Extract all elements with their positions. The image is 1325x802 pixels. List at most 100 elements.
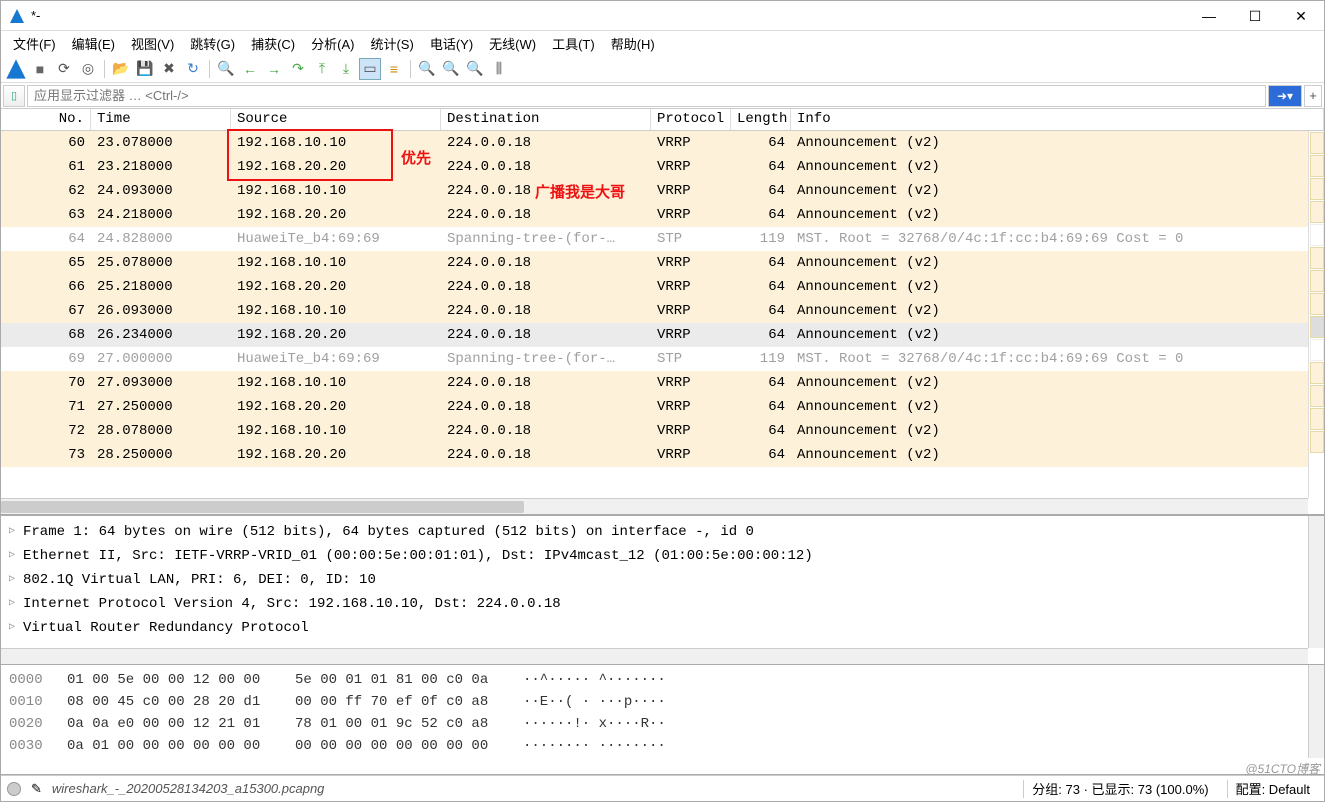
- stop-capture-icon[interactable]: ■: [29, 58, 51, 80]
- header-info[interactable]: Info: [791, 109, 1324, 130]
- status-profile: 配置: Default: [1227, 780, 1318, 798]
- hex-row[interactable]: 001008 00 45 c0 00 28 20 d100 00 ff 70 e…: [9, 691, 1300, 713]
- find-icon[interactable]: 🔍: [215, 58, 237, 80]
- reload-icon[interactable]: ↻: [182, 58, 204, 80]
- hex-row[interactable]: 00300a 01 00 00 00 00 00 0000 00 00 00 0…: [9, 735, 1300, 757]
- next-icon[interactable]: →: [263, 58, 285, 80]
- packet-row[interactable]: 6625.218000192.168.20.20224.0.0.18VRRP64…: [1, 275, 1308, 299]
- app-window: *- — ☐ ✕ 文件(F)编辑(E)视图(V)跳转(G)捕获(C)分析(A)统…: [0, 0, 1325, 802]
- separator: [209, 60, 210, 78]
- packet-row[interactable]: 6424.828000HuaweiTe_b4:69:69Spanning-tre…: [1, 227, 1308, 251]
- horizontal-scrollbar[interactable]: [1, 648, 1308, 664]
- caret-icon[interactable]: ▷: [9, 568, 23, 592]
- header-time[interactable]: Time: [91, 109, 231, 130]
- header-protocol[interactable]: Protocol: [651, 109, 731, 130]
- zoom-reset-icon[interactable]: 🔍: [464, 58, 486, 80]
- menubar: 文件(F)编辑(E)视图(V)跳转(G)捕获(C)分析(A)统计(S)电话(Y)…: [1, 31, 1324, 55]
- hex-row[interactable]: 000001 00 5e 00 00 12 00 005e 00 01 01 8…: [9, 669, 1300, 691]
- vertical-scrollbar[interactable]: [1308, 516, 1324, 648]
- separator: [410, 60, 411, 78]
- vertical-scrollbar[interactable]: [1308, 665, 1324, 758]
- open-icon[interactable]: 📂: [110, 58, 132, 80]
- hex-row[interactable]: 00200a 0a e0 00 00 12 21 0178 01 00 01 9…: [9, 713, 1300, 735]
- resize-columns-icon[interactable]: ⫼: [488, 58, 510, 80]
- edit-icon[interactable]: ✎: [31, 781, 42, 797]
- status-packets: 分组: 73 · 已显示: 73 (100.0%): [1023, 780, 1216, 798]
- app-icon: [9, 8, 25, 24]
- menu-item[interactable]: 分析(A): [305, 32, 360, 55]
- packet-row[interactable]: 6023.078000192.168.10.10224.0.0.18VRRP64…: [1, 131, 1308, 155]
- hex-body[interactable]: 000001 00 5e 00 00 12 00 005e 00 01 01 8…: [1, 665, 1308, 774]
- display-filter-input[interactable]: [27, 85, 1266, 107]
- packet-row[interactable]: 6525.078000192.168.10.10224.0.0.18VRRP64…: [1, 251, 1308, 275]
- menu-item[interactable]: 捕获(C): [245, 32, 301, 55]
- start-capture-icon[interactable]: [5, 58, 27, 80]
- titlebar: *- — ☐ ✕: [1, 1, 1324, 31]
- filter-apply-button[interactable]: ➜▾: [1268, 85, 1302, 107]
- maximize-button[interactable]: ☐: [1232, 1, 1278, 31]
- menu-item[interactable]: 帮助(H): [605, 32, 661, 55]
- menu-item[interactable]: 工具(T): [546, 32, 601, 55]
- packet-row[interactable]: 6324.218000192.168.20.20224.0.0.18VRRP64…: [1, 203, 1308, 227]
- packet-row[interactable]: 7027.093000192.168.10.10224.0.0.18VRRP64…: [1, 371, 1308, 395]
- save-icon[interactable]: 💾: [134, 58, 156, 80]
- packet-row[interactable]: 7228.078000192.168.10.10224.0.0.18VRRP64…: [1, 419, 1308, 443]
- menu-item[interactable]: 统计(S): [364, 32, 419, 55]
- header-length[interactable]: Length: [731, 109, 791, 130]
- packet-row[interactable]: 7127.250000192.168.20.20224.0.0.18VRRP64…: [1, 395, 1308, 419]
- close-file-icon[interactable]: ✖: [158, 58, 180, 80]
- caret-icon[interactable]: ▷: [9, 616, 23, 640]
- packet-row[interactable]: 7328.250000192.168.20.20224.0.0.18VRRP64…: [1, 443, 1308, 467]
- close-button[interactable]: ✕: [1278, 1, 1324, 31]
- toolbar: ■ ⟳ ◎ 📂 💾 ✖ ↻ 🔍 ← → ↷ ⤒ ⤓ ▭ ≡ 🔍 🔍 🔍 ⫼: [1, 55, 1324, 83]
- packet-row[interactable]: 6123.218000192.168.20.20224.0.0.18VRRP64…: [1, 155, 1308, 179]
- expert-icon[interactable]: [7, 782, 21, 796]
- packet-minimap: [1308, 131, 1324, 498]
- capture-options-icon[interactable]: ◎: [77, 58, 99, 80]
- detail-line[interactable]: ▷802.1Q Virtual LAN, PRI: 6, DEI: 0, ID:…: [9, 568, 1300, 592]
- packet-row[interactable]: 6826.234000192.168.20.20224.0.0.18VRRP64…: [1, 323, 1308, 347]
- zoom-in-icon[interactable]: 🔍: [416, 58, 438, 80]
- detail-line[interactable]: ▷Virtual Router Redundancy Protocol: [9, 616, 1300, 640]
- restart-capture-icon[interactable]: ⟳: [53, 58, 75, 80]
- horizontal-scrollbar[interactable]: [1, 498, 1308, 514]
- bookmark-icon[interactable]: ▯: [3, 85, 25, 107]
- caret-icon[interactable]: ▷: [9, 520, 23, 544]
- detail-line[interactable]: ▷Ethernet II, Src: IETF-VRRP-VRID_01 (00…: [9, 544, 1300, 568]
- packet-list-body[interactable]: 6023.078000192.168.10.10224.0.0.18VRRP64…: [1, 131, 1308, 498]
- jump-icon[interactable]: ↷: [287, 58, 309, 80]
- zoom-out-icon[interactable]: 🔍: [440, 58, 462, 80]
- header-source[interactable]: Source: [231, 109, 441, 130]
- packet-list-header: No. Time Source Destination Protocol Len…: [1, 109, 1324, 131]
- minimize-button[interactable]: —: [1186, 1, 1232, 31]
- watermark: @51CTO博客: [1245, 760, 1320, 777]
- packet-details-body[interactable]: ▷Frame 1: 64 bytes on wire (512 bits), 6…: [1, 516, 1308, 648]
- window-title: *-: [31, 8, 40, 23]
- colorize-icon[interactable]: ≡: [383, 58, 405, 80]
- menu-item[interactable]: 文件(F): [7, 32, 62, 55]
- caret-icon[interactable]: ▷: [9, 592, 23, 616]
- filter-bar: ▯ ➜▾ +: [1, 83, 1324, 109]
- separator: [104, 60, 105, 78]
- packet-row[interactable]: 6726.093000192.168.10.10224.0.0.18VRRP64…: [1, 299, 1308, 323]
- packet-details: ▷Frame 1: 64 bytes on wire (512 bits), 6…: [1, 515, 1324, 665]
- menu-item[interactable]: 无线(W): [483, 32, 542, 55]
- prev-icon[interactable]: ←: [239, 58, 261, 80]
- scroll-thumb[interactable]: [1, 501, 524, 513]
- detail-line[interactable]: ▷Frame 1: 64 bytes on wire (512 bits), 6…: [9, 520, 1300, 544]
- packet-row[interactable]: 6927.000000HuaweiTe_b4:69:69Spanning-tre…: [1, 347, 1308, 371]
- filter-add-button[interactable]: +: [1304, 85, 1322, 107]
- packet-row[interactable]: 6224.093000192.168.10.10224.0.0.18VRRP64…: [1, 179, 1308, 203]
- menu-item[interactable]: 视图(V): [125, 32, 180, 55]
- header-no[interactable]: No.: [1, 109, 91, 130]
- menu-item[interactable]: 跳转(G): [184, 32, 241, 55]
- detail-line[interactable]: ▷Internet Protocol Version 4, Src: 192.1…: [9, 592, 1300, 616]
- last-icon[interactable]: ⤓: [335, 58, 357, 80]
- first-icon[interactable]: ⤒: [311, 58, 333, 80]
- menu-item[interactable]: 编辑(E): [66, 32, 121, 55]
- menu-item[interactable]: 电话(Y): [424, 32, 479, 55]
- main-content: No. Time Source Destination Protocol Len…: [1, 109, 1324, 775]
- header-destination[interactable]: Destination: [441, 109, 651, 130]
- autoscroll-icon[interactable]: ▭: [359, 58, 381, 80]
- caret-icon[interactable]: ▷: [9, 544, 23, 568]
